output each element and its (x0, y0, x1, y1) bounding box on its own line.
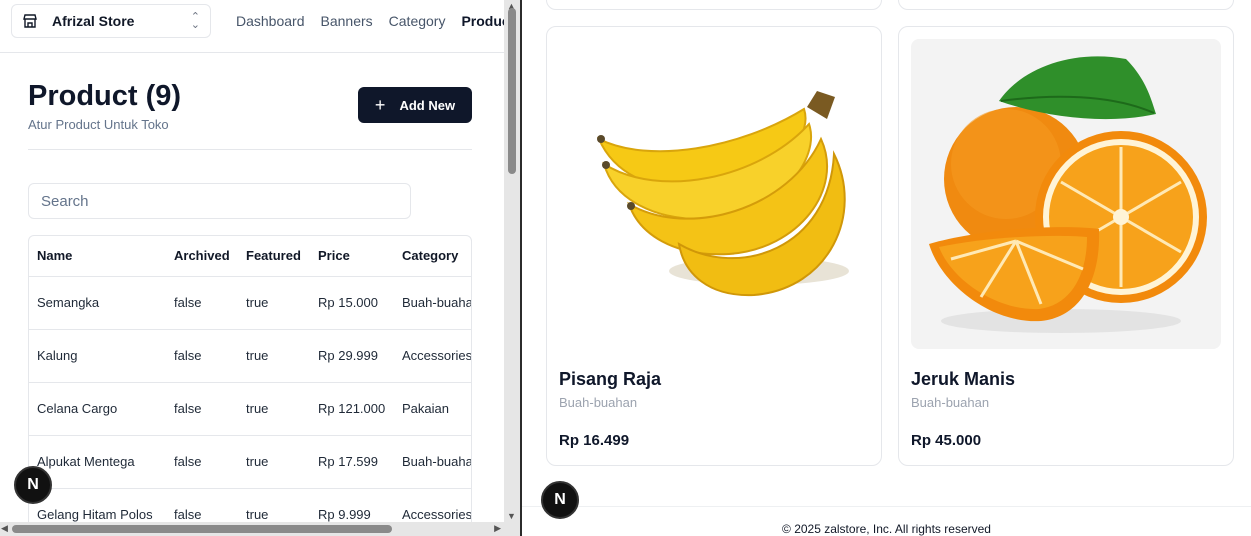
products-table: Name Archived Featured Price Category Se… (28, 235, 472, 522)
column-header-category[interactable]: Category (394, 236, 471, 277)
nav-products[interactable]: Products (461, 13, 504, 29)
horizontal-scrollbar[interactable]: ◀ ▶ (0, 522, 504, 536)
main-nav: Dashboard Banners Category Products (236, 13, 504, 29)
product-category: Buah-buahan (911, 395, 990, 410)
nextjs-badge[interactable]: N (14, 466, 52, 504)
product-price: Rp 45.000 (911, 432, 982, 449)
orange-image (911, 39, 1221, 349)
store-name: Afrizal Store (52, 13, 135, 29)
scroll-left-icon[interactable]: ◀ (1, 523, 8, 534)
search-input[interactable] (28, 183, 411, 219)
product-name[interactable]: Jeruk Manis (911, 369, 1015, 390)
product-card-partial (898, 0, 1234, 10)
vertical-scrollbar[interactable]: ▲ ▼ (504, 0, 520, 522)
product-name[interactable]: Pisang Raja (559, 369, 661, 390)
nav-dashboard[interactable]: Dashboard (236, 13, 305, 29)
column-header-price[interactable]: Price (310, 236, 394, 277)
cell-archived: false (166, 435, 238, 489)
product-card-partial (546, 0, 882, 10)
product-card[interactable]: Pisang Raja Buah-buahan Rp 16.499 (546, 26, 882, 466)
cell-featured: true (238, 382, 310, 436)
scroll-corner (504, 522, 520, 536)
add-new-button[interactable]: + Add New (358, 87, 472, 123)
page-subtitle: Atur Product Untuk Toko (28, 117, 169, 132)
cell-archived: false (166, 276, 238, 330)
product-category: Buah-buahan (559, 395, 638, 410)
cell-category: Buah-buahan (394, 276, 471, 330)
cell-price: Rp 29.999 (310, 329, 394, 383)
add-new-label: Add New (399, 97, 456, 113)
table-header-row: Name Archived Featured Price Category (29, 236, 471, 277)
cell-category: Accessories (394, 488, 471, 522)
nav-category[interactable]: Category (389, 13, 446, 29)
table-row[interactable]: Alpukat Mentega false true Rp 17.599 Bua… (29, 435, 471, 489)
cell-category: Buah-buahan (394, 435, 471, 489)
table-row[interactable]: Celana Cargo false true Rp 121.000 Pakai… (29, 382, 471, 436)
cell-price: Rp 9.999 (310, 488, 394, 522)
column-header-featured[interactable]: Featured (238, 236, 310, 277)
admin-topbar: Afrizal Store ⌃ ⌄ Dashboard Banners Categ… (0, 0, 504, 53)
cell-archived: false (166, 382, 238, 436)
cell-featured: true (238, 329, 310, 383)
cell-featured: true (238, 276, 310, 330)
nextjs-badge[interactable]: N (541, 481, 579, 519)
cell-name: Celana Cargo (29, 382, 166, 436)
column-header-name[interactable]: Name (29, 236, 166, 277)
cell-category: Pakaian (394, 382, 471, 436)
banana-image (559, 39, 869, 349)
cell-category: Accessories (394, 329, 471, 383)
scroll-thumb[interactable] (508, 8, 516, 174)
admin-pane: Afrizal Store ⌃ ⌄ Dashboard Banners Categ… (0, 0, 504, 522)
footer-copyright: © 2025 zalstore, Inc. All rights reserve… (782, 522, 991, 536)
cell-archived: false (166, 488, 238, 522)
table-row[interactable]: Gelang Hitam Polos false true Rp 9.999 A… (29, 488, 471, 522)
cell-price: Rp 15.000 (310, 276, 394, 330)
column-header-archived[interactable]: Archived (166, 236, 238, 277)
divider (28, 149, 472, 150)
cell-featured: true (238, 435, 310, 489)
scroll-right-icon[interactable]: ▶ (494, 523, 501, 534)
scroll-thumb[interactable] (12, 525, 392, 533)
store-switcher[interactable]: Afrizal Store ⌃ ⌄ (11, 4, 211, 38)
cell-name: Kalung (29, 329, 166, 383)
cell-archived: false (166, 329, 238, 383)
store-icon (22, 13, 38, 29)
cell-price: Rp 17.599 (310, 435, 394, 489)
cell-price: Rp 121.000 (310, 382, 394, 436)
plus-icon: + (374, 95, 386, 115)
product-price: Rp 16.499 (559, 432, 630, 449)
storefront-pane: Pisang Raja Buah-buahan Rp 16.499 Jeruk … (522, 0, 1251, 536)
scroll-down-icon[interactable]: ▼ (507, 511, 516, 521)
table-row[interactable]: Semangka false true Rp 15.000 Buah-buaha… (29, 276, 471, 330)
table-row[interactable]: Kalung false true Rp 29.999 Accessories (29, 329, 471, 383)
chevron-updown-icon: ⌃ ⌄ (190, 11, 200, 31)
footer-divider (522, 506, 1251, 507)
cell-featured: true (238, 488, 310, 522)
cell-name: Semangka (29, 276, 166, 330)
product-card[interactable]: Jeruk Manis Buah-buahan Rp 45.000 (898, 26, 1234, 466)
nav-banners[interactable]: Banners (321, 13, 373, 29)
page-title: Product (9) (28, 80, 182, 112)
